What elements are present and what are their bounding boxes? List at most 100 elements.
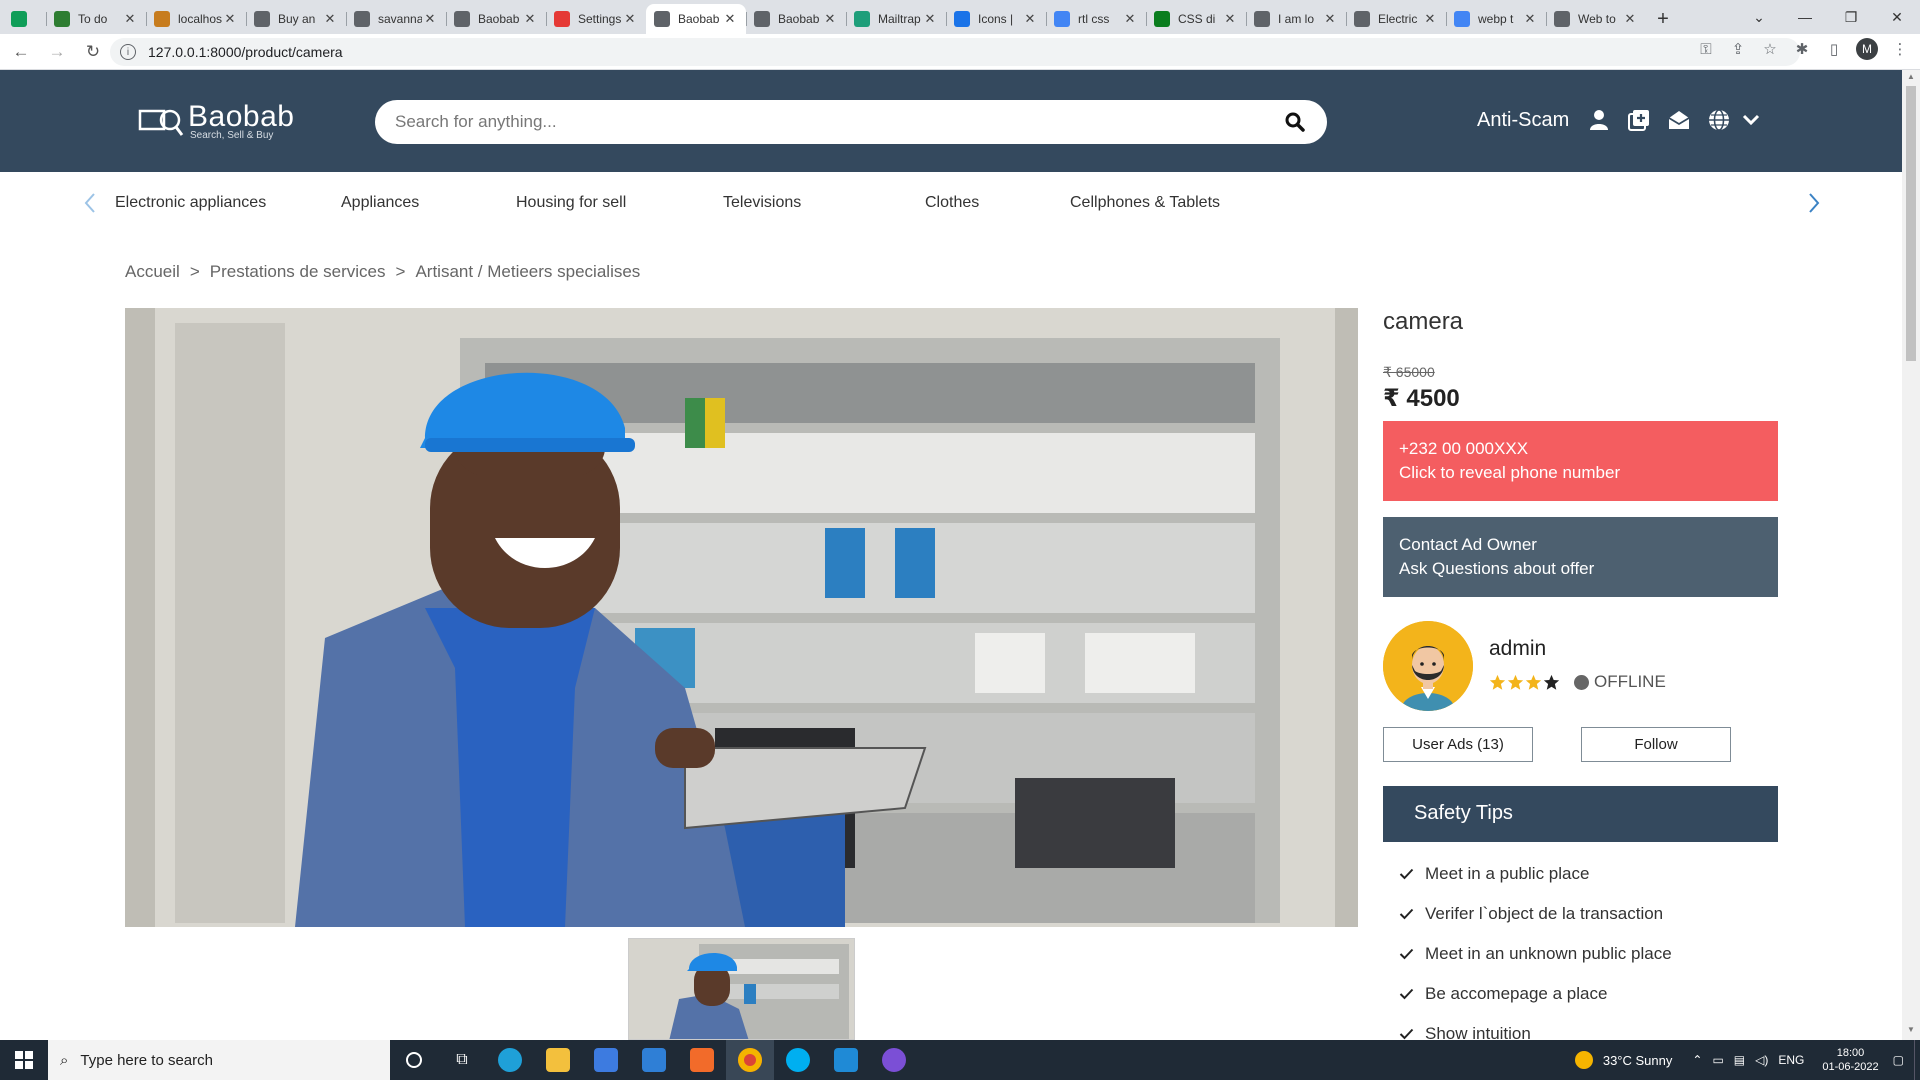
xampp-icon[interactable] — [678, 1040, 726, 1080]
breadcrumb-subcategory[interactable]: Artisant / Metieers specialises — [415, 262, 640, 282]
user-ads-button[interactable]: User Ads (13) — [1383, 727, 1533, 762]
browser-menu-icon[interactable]: ⋮ — [1890, 40, 1910, 58]
minimize-button[interactable]: — — [1782, 0, 1828, 34]
browser-tab[interactable]: rtl css ✕ — [1046, 4, 1146, 34]
browser-tab[interactable]: webp t ✕ — [1446, 4, 1546, 34]
tab-close-icon[interactable]: ✕ — [722, 11, 738, 27]
tab-close-icon[interactable]: ✕ — [122, 11, 138, 27]
volume-icon[interactable]: ◁) — [1755, 1053, 1768, 1067]
browser-tab[interactable]: Baobab ✕ — [446, 4, 546, 34]
taskbar-search[interactable]: ⌕ Type here to search — [48, 1040, 390, 1080]
tab-close-icon[interactable]: ✕ — [522, 11, 538, 27]
network-icon[interactable]: ▤ — [1734, 1053, 1745, 1067]
tab-close-icon[interactable]: ✕ — [1322, 11, 1338, 27]
browser-tab[interactable]: Electric ✕ — [1346, 4, 1446, 34]
clock[interactable]: 18:00 01-06-2022 — [1822, 1046, 1878, 1074]
reload-button[interactable]: ↻ — [78, 37, 108, 67]
language-globe-icon[interactable] — [1705, 106, 1733, 134]
chevron-down-icon[interactable] — [1737, 106, 1765, 134]
inbox-envelope-icon[interactable] — [1665, 106, 1693, 134]
github-desktop-icon[interactable] — [870, 1040, 918, 1080]
bookmark-star-icon[interactable]: ☆ — [1760, 40, 1780, 58]
tab-close-icon[interactable]: ✕ — [1522, 11, 1538, 27]
tab-close-icon[interactable]: ✕ — [422, 11, 438, 27]
owner-avatar[interactable] — [1383, 621, 1473, 711]
category-item[interactable]: Housing for sell — [516, 194, 626, 212]
category-item[interactable]: Appliances — [341, 194, 419, 212]
tab-close-icon[interactable]: ✕ — [822, 11, 838, 27]
browser-tab[interactable]: CSS di ✕ — [1146, 4, 1246, 34]
scroll-up-arrow-icon[interactable]: ▲ — [1906, 72, 1916, 81]
follow-button[interactable]: Follow — [1581, 727, 1731, 762]
category-item[interactable]: Televisions — [723, 194, 801, 212]
browser-tab[interactable]: Mailtrap ✕ — [846, 4, 946, 34]
weather-text[interactable]: 33°C Sunny — [1603, 1053, 1673, 1068]
store-icon[interactable] — [582, 1040, 630, 1080]
task-view-icon[interactable]: ⧉ — [438, 1040, 486, 1080]
owner-name[interactable]: admin — [1489, 637, 1546, 661]
category-prev-button[interactable] — [78, 190, 102, 216]
anti-scam-link[interactable]: Anti-Scam — [1477, 109, 1569, 132]
search-input[interactable] — [395, 100, 1255, 144]
product-main-image[interactable] — [125, 308, 1358, 927]
key-icon[interactable]: ⚿ — [1696, 41, 1716, 58]
battery-icon[interactable]: ▭ — [1712, 1053, 1723, 1067]
browser-tab[interactable]: Web to ✕ — [1546, 4, 1646, 34]
scrollbar-thumb[interactable] — [1906, 86, 1916, 361]
share-icon[interactable]: ⇪ — [1728, 40, 1748, 58]
close-window-button[interactable]: ✕ — [1874, 0, 1920, 34]
tab-close-icon[interactable]: ✕ — [922, 11, 938, 27]
scroll-down-arrow-icon[interactable]: ▼ — [1906, 1025, 1916, 1034]
browser-tab[interactable]: savanna ✕ — [346, 4, 446, 34]
tray-chevron-icon[interactable]: ⌃ — [1692, 1053, 1702, 1067]
tab-close-icon[interactable]: ✕ — [1222, 11, 1238, 27]
language-indicator[interactable]: ENG — [1778, 1053, 1804, 1067]
category-next-button[interactable] — [1802, 190, 1826, 216]
tab-close-icon[interactable]: ✕ — [1122, 11, 1138, 27]
mail-icon[interactable] — [630, 1040, 678, 1080]
breadcrumb-home[interactable]: Accueil — [125, 262, 180, 282]
browser-tab[interactable]: Icons | ✕ — [946, 4, 1046, 34]
browser-tab[interactable]: To do ✕ — [46, 4, 146, 34]
extensions-puzzle-icon[interactable]: ✱ — [1792, 40, 1812, 58]
profile-avatar[interactable]: M — [1856, 38, 1878, 60]
browser-tab[interactable]: Settings ✕ — [546, 4, 646, 34]
address-bar[interactable]: i 127.0.0.1:8000/product/camera — [110, 38, 1800, 66]
category-item[interactable]: Electronic appliances — [115, 194, 266, 212]
browser-tab[interactable]: Baobab ✕ — [746, 4, 846, 34]
product-thumbnail[interactable] — [628, 938, 855, 1040]
user-icon[interactable] — [1585, 106, 1613, 134]
restore-button[interactable]: ❐ — [1828, 0, 1874, 34]
pinned-tab[interactable] — [0, 4, 46, 34]
browser-tab[interactable]: I am lo ✕ — [1246, 4, 1346, 34]
tab-search-icon[interactable]: ⌄ — [1736, 0, 1782, 34]
start-button[interactable] — [0, 1040, 48, 1080]
page-scrollbar[interactable]: ▲ ▼ — [1902, 70, 1920, 1040]
browser-tab[interactable]: Baobab ✕ — [646, 4, 746, 34]
reveal-phone-button[interactable]: +232 00 000XXX Click to reveal phone num… — [1383, 421, 1778, 501]
tab-close-icon[interactable]: ✕ — [1622, 11, 1638, 27]
tab-close-icon[interactable]: ✕ — [322, 11, 338, 27]
back-button[interactable]: ← — [6, 37, 36, 67]
browser-tab[interactable]: Buy an ✕ — [246, 4, 346, 34]
tab-close-icon[interactable]: ✕ — [1422, 11, 1438, 27]
chrome-icon[interactable] — [726, 1040, 774, 1080]
forward-button[interactable]: → — [42, 37, 72, 67]
browser-tab[interactable]: localhost ✕ — [146, 4, 246, 34]
tab-close-icon[interactable]: ✕ — [1022, 11, 1038, 27]
show-desktop-button[interactable] — [1914, 1040, 1920, 1080]
tab-close-icon[interactable]: ✕ — [622, 11, 638, 27]
weather-sun-icon[interactable] — [1574, 1051, 1593, 1069]
category-item[interactable]: Clothes — [925, 194, 979, 212]
site-logo[interactable]: Baobab Search, Sell & Buy — [138, 102, 294, 141]
search-button[interactable] — [1283, 110, 1307, 134]
side-panel-icon[interactable]: ▯ — [1824, 40, 1844, 58]
skype-icon[interactable] — [774, 1040, 822, 1080]
tab-close-icon[interactable]: ✕ — [222, 11, 238, 27]
notifications-icon[interactable]: ▢ — [1893, 1053, 1904, 1067]
category-item[interactable]: Cellphones & Tablets — [1070, 194, 1220, 212]
edge-browser-icon[interactable] — [486, 1040, 534, 1080]
file-explorer-icon[interactable] — [534, 1040, 582, 1080]
breadcrumb-category[interactable]: Prestations de services — [210, 262, 386, 282]
site-info-icon[interactable]: i — [120, 44, 136, 60]
